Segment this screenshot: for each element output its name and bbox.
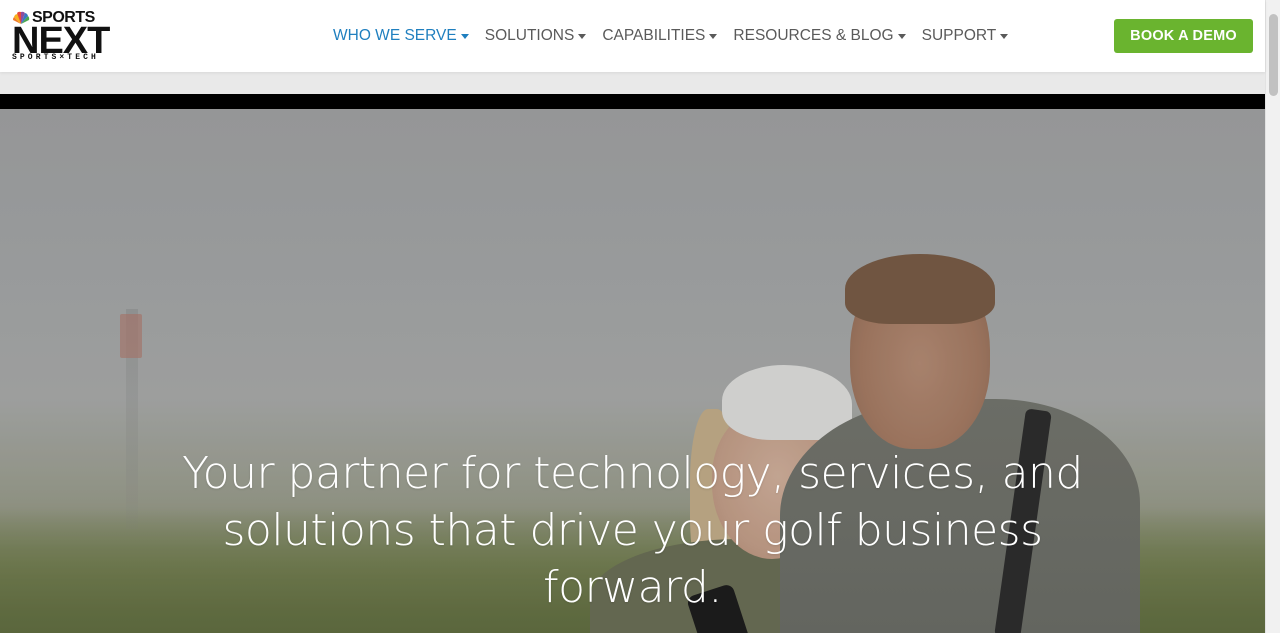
hero-headline: Your partner for technology, services, a… (130, 445, 1135, 616)
caret-down-icon (1000, 34, 1009, 39)
scrollbar-thumb[interactable] (1269, 14, 1278, 96)
nav-item-label: SUPPORT (921, 27, 997, 44)
caret-down-icon (578, 34, 587, 39)
hero-section: Your partner for technology, services, a… (0, 109, 1265, 633)
sports-next-logo[interactable]: SPORTS NEXT SPORTS×TECH (12, 10, 134, 64)
nav-item-solutions[interactable]: SOLUTIONS (485, 27, 587, 45)
black-banner-bar (0, 94, 1265, 109)
caret-down-icon (709, 34, 718, 39)
nav-item-resources-blog[interactable]: RESOURCES & BLOG (733, 27, 906, 45)
caret-down-icon (460, 34, 469, 39)
page: SPORTS NEXT SPORTS×TECH WHO WE SERVE SOL… (0, 0, 1280, 633)
site-header: SPORTS NEXT SPORTS×TECH WHO WE SERVE SOL… (0, 0, 1265, 72)
nav-item-capabilities[interactable]: CAPABILITIES (602, 27, 718, 45)
logo-subtext: SPORTS×TECH (12, 53, 99, 62)
nav-item-label: CAPABILITIES (602, 27, 706, 44)
nav-item-who-we-serve[interactable]: WHO WE SERVE (333, 27, 469, 45)
hero-headline-line1: Your partner for technology, services, a… (182, 448, 1083, 499)
nav-item-label: RESOURCES & BLOG (733, 27, 894, 44)
nav-item-label: WHO WE SERVE (333, 27, 457, 44)
hero-headline-line2: solutions that drive your golf business … (222, 505, 1043, 613)
header-spacer (0, 72, 1265, 94)
book-demo-button[interactable]: BOOK A DEMO (1114, 19, 1253, 53)
page-scrollbar[interactable] (1265, 0, 1280, 633)
caret-down-icon (897, 34, 906, 39)
nav-item-label: SOLUTIONS (484, 27, 575, 44)
main-nav: WHO WE SERVE SOLUTIONS CAPABILITIES RESO… (333, 0, 1024, 72)
nav-item-support[interactable]: SUPPORT (922, 27, 1009, 45)
